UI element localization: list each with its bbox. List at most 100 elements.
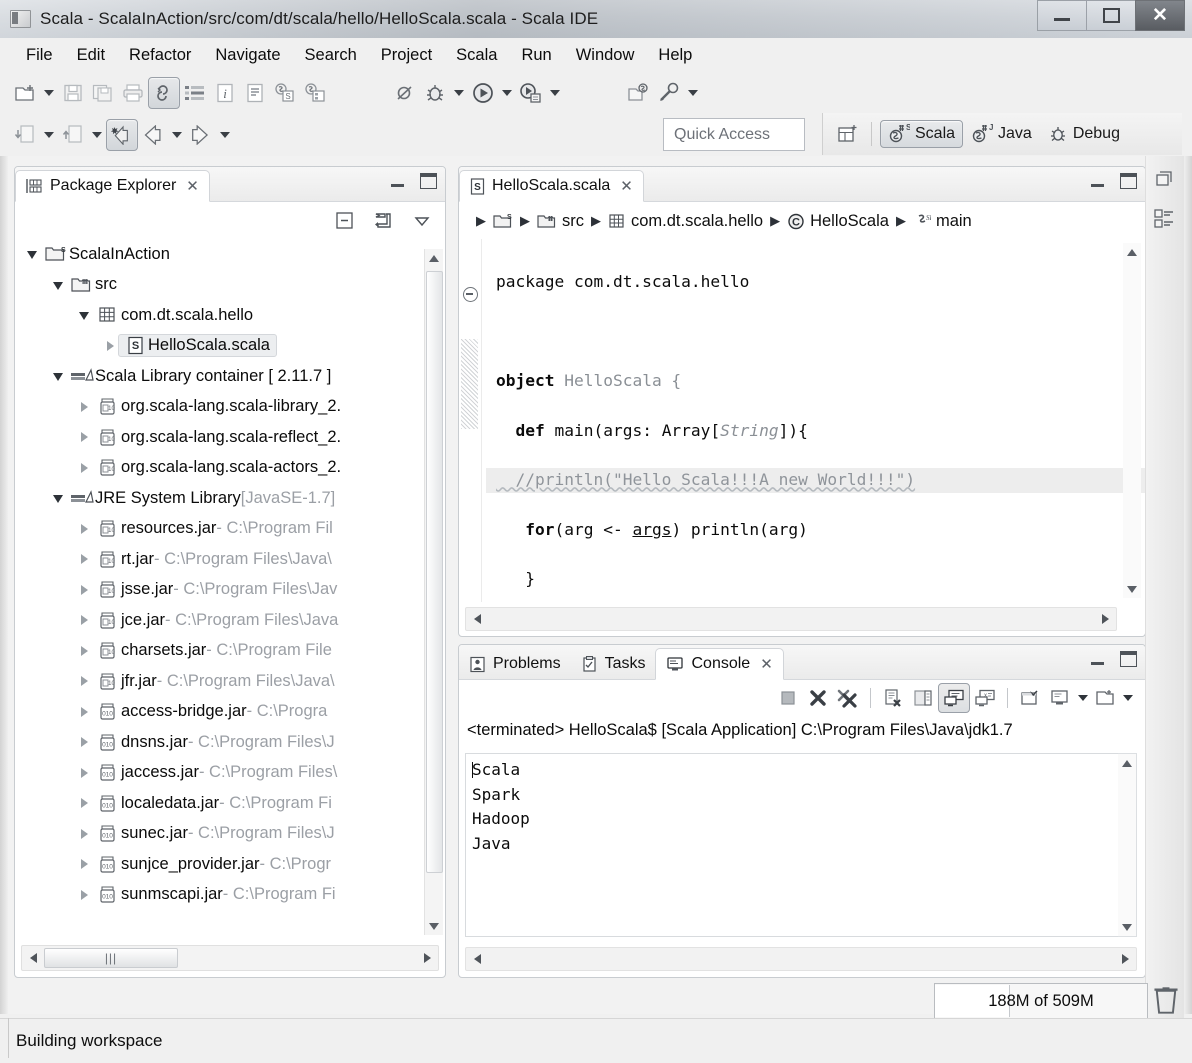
tree-row[interactable]: 010 dnsns.jar - C:\Program Files\J: [15, 727, 445, 758]
open-console-button[interactable]: [1090, 684, 1120, 712]
forward-button[interactable]: [186, 120, 216, 150]
menu-search[interactable]: Search: [293, 43, 369, 68]
editor-maximize-icon[interactable]: [1120, 173, 1137, 189]
new-scala-object-button[interactable]: [300, 78, 330, 108]
open-declaration-button[interactable]: [240, 78, 270, 108]
perspective-java[interactable]: J Java: [963, 120, 1040, 148]
menu-refactor[interactable]: Refactor: [117, 43, 203, 68]
breadcrumb-src[interactable]: src: [537, 212, 584, 231]
twisty-collapsed-icon[interactable]: [73, 554, 95, 565]
twisty-collapsed-icon[interactable]: [73, 767, 95, 778]
twisty-collapsed-icon[interactable]: [73, 706, 95, 717]
package-explorer-maximize-icon[interactable]: [420, 173, 437, 189]
next-annotation-button[interactable]: [58, 120, 88, 150]
editor-scroll-up-arrow[interactable]: [1123, 243, 1141, 261]
twisty-collapsed-icon[interactable]: [73, 859, 95, 870]
run-garbage-collector-button[interactable]: [1152, 985, 1180, 1015]
next-annotation-dropdown[interactable]: [88, 121, 106, 149]
clear-console-button[interactable]: [878, 684, 908, 712]
run-button[interactable]: [468, 78, 498, 108]
show-console-on-error-button[interactable]: x: [970, 684, 1000, 712]
quick-access-input[interactable]: Quick Access: [663, 118, 805, 151]
tree-row[interactable]: 010 localedata.jar - C:\Program Fi: [15, 788, 445, 819]
twisty-collapsed-icon[interactable]: [73, 798, 95, 809]
menu-scala[interactable]: Scala: [444, 43, 509, 68]
skip-breakpoints-button[interactable]: [390, 78, 420, 108]
run-dropdown[interactable]: [498, 79, 516, 107]
perspective-scala[interactable]: S Scala: [880, 120, 964, 148]
code-editor-area[interactable]: package com.dt.scala.hello object HelloS…: [459, 239, 1145, 602]
link-editor-icon[interactable]: [373, 211, 395, 231]
editor-minimize-icon[interactable]: [1091, 183, 1104, 187]
tree-row[interactable]: Scala Library container [ 2.11.7 ]: [15, 361, 445, 392]
print-button[interactable]: [118, 78, 148, 108]
menu-run[interactable]: Run: [509, 43, 563, 68]
task-list-button[interactable]: [180, 78, 210, 108]
editor-hscroll-right-arrow[interactable]: [1094, 614, 1116, 624]
console-scroll-down-arrow[interactable]: [1118, 918, 1136, 936]
breadcrumb-object[interactable]: C HelloScala: [787, 212, 889, 231]
close-button[interactable]: ✕: [1135, 0, 1185, 31]
tree-row[interactable]: 010 sunec.jar - C:\Program Files\J: [15, 819, 445, 850]
twisty-expanded-icon[interactable]: [73, 310, 95, 321]
editor-vscrollbar[interactable]: [1123, 243, 1141, 598]
tree-row[interactable]: S ScalaInAction: [15, 239, 445, 270]
back-dropdown[interactable]: [168, 121, 186, 149]
menu-edit[interactable]: Edit: [65, 43, 117, 68]
display-selected-console-button[interactable]: [1045, 684, 1075, 712]
twisty-collapsed-icon[interactable]: [73, 828, 95, 839]
console-vscrollbar[interactable]: [1118, 753, 1137, 937]
package-explorer-minimize-icon[interactable]: [391, 183, 404, 187]
twisty-expanded-icon[interactable]: [47, 280, 69, 290]
twisty-collapsed-icon[interactable]: [73, 523, 95, 534]
scroll-lock-button[interactable]: [908, 684, 938, 712]
tree-row[interactable]: 010 access-bridge.jar - C:\Progra: [15, 697, 445, 728]
terminate-button[interactable]: [773, 684, 803, 712]
new-wizard-dropdown[interactable]: [40, 79, 58, 107]
tree-row[interactable]: 10 org.scala-lang.scala-library_2.: [15, 392, 445, 423]
heap-status[interactable]: 188M of 509M: [934, 983, 1148, 1019]
tab-helloscala-close[interactable]: ✕: [620, 177, 633, 195]
open-console-dropdown[interactable]: [1120, 695, 1135, 701]
collapse-all-icon[interactable]: [335, 211, 355, 231]
tab-console-close[interactable]: ✕: [760, 655, 773, 673]
package-explorer-vscrollbar[interactable]: [424, 249, 443, 935]
debug-button[interactable]: [420, 78, 450, 108]
remove-all-terminated-button[interactable]: [833, 684, 863, 712]
menu-help[interactable]: Help: [646, 43, 704, 68]
search-button[interactable]: [654, 78, 684, 108]
tab-tasks[interactable]: Tasks: [571, 649, 656, 679]
save-button[interactable]: [58, 78, 88, 108]
twisty-expanded-icon[interactable]: [21, 249, 43, 260]
breadcrumb-method[interactable]: SF main: [913, 212, 972, 231]
back-button[interactable]: [138, 120, 168, 150]
open-type-button[interactable]: [624, 78, 654, 108]
console-hscroll-left-arrow[interactable]: [466, 954, 488, 964]
console-output[interactable]: Scala Spark Hadoop Java: [465, 753, 1119, 937]
quick-info-button[interactable]: i: [210, 78, 240, 108]
editor-folding-margin[interactable]: [459, 239, 482, 602]
tab-helloscala-scala[interactable]: S HelloScala.scala ✕: [459, 170, 644, 202]
twisty-collapsed-icon[interactable]: [73, 737, 95, 748]
pe-scroll-up-arrow[interactable]: [425, 249, 443, 267]
fold-collapse-icon[interactable]: [463, 287, 478, 302]
perspective-debug[interactable]: Debug: [1040, 120, 1128, 148]
tree-row[interactable]: 10 rt.jar - C:\Program Files\Java\: [15, 544, 445, 575]
tree-row[interactable]: 10 resources.jar - C:\Program Fil: [15, 514, 445, 545]
maximize-button[interactable]: [1086, 0, 1136, 31]
menu-window[interactable]: Window: [564, 43, 647, 68]
breadcrumb-package[interactable]: com.dt.scala.hello: [608, 212, 763, 231]
tree-row[interactable]: com.dt.scala.hello: [15, 300, 445, 331]
twisty-collapsed-icon[interactable]: [73, 645, 95, 656]
external-tools-dropdown[interactable]: [546, 79, 564, 107]
pin-console-button[interactable]: [1015, 684, 1045, 712]
forward-dropdown[interactable]: [216, 121, 234, 149]
tree-row[interactable]: 10 charsets.jar - C:\Program File: [15, 636, 445, 667]
last-edit-location-button[interactable]: [106, 119, 138, 151]
pe-scroll-thumb[interactable]: [426, 271, 443, 873]
tree-row[interactable]: 10 jce.jar - C:\Program Files\Java: [15, 605, 445, 636]
tab-console[interactable]: Console ✕: [655, 648, 784, 680]
save-all-button[interactable]: [88, 78, 118, 108]
mark-occurrences-button[interactable]: [148, 77, 180, 109]
tree-row[interactable]: 10 jsse.jar - C:\Program Files\Jav: [15, 575, 445, 606]
